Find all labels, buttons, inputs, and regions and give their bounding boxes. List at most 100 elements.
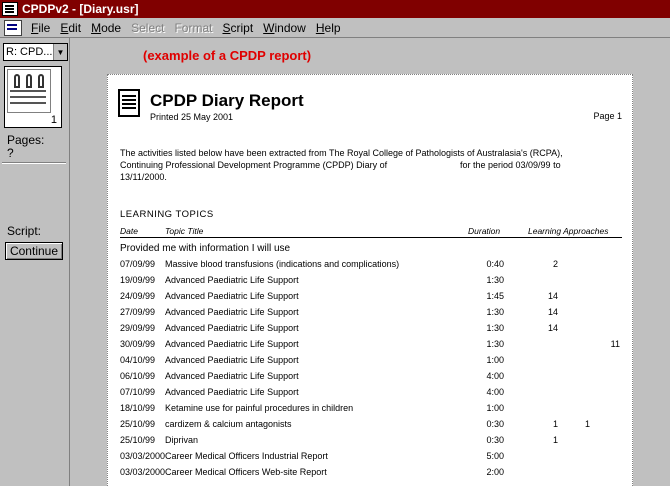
row-topic: Advanced Paediatric Life Support — [165, 355, 299, 365]
row-date: 30/09/99 — [120, 339, 156, 349]
row-topic: Career Medical Officers Industrial Repor… — [165, 451, 328, 461]
window-title-bar[interactable]: CPDPv2 - [Diary.usr] — [0, 0, 670, 18]
row-approach-1: 14 — [548, 323, 559, 333]
row-date: 29/09/99 — [120, 323, 156, 333]
row-date: 03/03/2000 — [120, 467, 166, 477]
row-date: 25/10/99 — [120, 419, 156, 429]
row-date: 27/09/99 — [120, 307, 156, 317]
app-icon — [2, 2, 18, 16]
row-date: 18/10/99 — [120, 403, 156, 413]
row-approach-2: 1 — [584, 419, 590, 429]
binder-ring-icon — [14, 74, 20, 88]
column-header-date: Date — [120, 226, 138, 236]
row-topic: Massive blood transfusions (indications … — [165, 259, 400, 269]
binder-ring-icon — [26, 74, 32, 88]
menu-select[interactable]: Select — [126, 21, 169, 35]
table-row: 07/09/99 Massive blood transfusions (indi… — [108, 259, 634, 275]
group-title: Provided me with information I will use — [120, 243, 291, 254]
menu-edit[interactable]: Edit — [55, 21, 86, 35]
thumbnail-preview — [7, 69, 51, 113]
menu-format[interactable]: Format — [169, 21, 217, 35]
table-row: 24/09/99 Advanced Paediatric Life Support… — [108, 291, 634, 307]
row-date: 07/09/99 — [120, 259, 156, 269]
thumbnail-line — [10, 90, 46, 92]
table-row: 25/10/99 cardizem & calcium antagonists 0:… — [108, 419, 634, 435]
row-approach-1: 14 — [548, 307, 559, 317]
row-approach-1: 2 — [552, 259, 558, 269]
continue-button[interactable]: Continue — [5, 242, 63, 260]
row-duration: 1:30 — [486, 339, 504, 349]
table-row: 29/09/99 Advanced Paediatric Life Support… — [108, 323, 634, 339]
table-row: 04/10/99 Advanced Paediatric Life Support… — [108, 355, 634, 371]
table-row: 30/09/99 Advanced Paediatric Life Support… — [108, 339, 634, 355]
header-rule — [120, 237, 622, 238]
section-title: LEARNING TOPICS — [120, 209, 214, 220]
row-duration: 0:40 — [486, 259, 504, 269]
divider — [2, 162, 66, 164]
pages-value: ? — [7, 146, 14, 160]
row-date: 25/10/99 — [120, 435, 156, 445]
table-row: 06/10/99 Advanced Paediatric Life Support… — [108, 371, 634, 387]
document-area[interactable]: (example of a CPDP report) CPDP Diary Re… — [71, 38, 670, 486]
report-select[interactable]: R: CPD... ▼ — [3, 43, 68, 61]
script-label: Script: — [7, 224, 42, 238]
left-panel: R: CPD... ▼ 1 Pages: ? Script: Continue — [0, 38, 70, 486]
menu-mode[interactable]: Mode — [86, 21, 126, 35]
row-topic: Advanced Paediatric Life Support — [165, 371, 299, 381]
intro-line: Continuing Professional Development Prog… — [120, 159, 600, 171]
thumbnail-line — [10, 96, 46, 98]
binder-ring-icon — [38, 74, 44, 88]
menu-help[interactable]: Help — [311, 21, 346, 35]
row-duration: 1:00 — [486, 403, 504, 413]
intro-text: for the period 03/09/99 to — [460, 160, 561, 170]
document-system-menu-icon[interactable] — [4, 19, 22, 36]
column-header-topic: Topic Title — [165, 226, 204, 236]
row-topic: Advanced Paediatric Life Support — [165, 275, 299, 285]
menu-bar: File Edit Mode Select Format Script Wind… — [0, 18, 670, 38]
row-approach-1: 1 — [552, 419, 558, 429]
row-duration: 5:00 — [486, 451, 504, 461]
row-duration: 1:30 — [486, 275, 504, 285]
intro-line: The activities listed below have been ex… — [120, 148, 563, 158]
thumbnail-page-number: 1 — [50, 114, 57, 126]
report-title: CPDP Diary Report — [150, 91, 304, 110]
table-row: 18/10/99 Ketamine use for painful procedu… — [108, 403, 634, 419]
menu-script[interactable]: Script — [217, 21, 258, 35]
chevron-down-icon[interactable]: ▼ — [53, 44, 67, 60]
row-approach-1: 1 — [552, 435, 558, 445]
menu-window[interactable]: Window — [258, 21, 311, 35]
row-duration: 1:30 — [486, 307, 504, 317]
row-duration: 1:30 — [486, 323, 504, 333]
thumbnail-line — [10, 102, 46, 104]
report-select-value: R: CPD... — [6, 46, 53, 58]
row-date: 04/10/99 — [120, 355, 156, 365]
row-topic: Advanced Paediatric Life Support — [165, 323, 299, 333]
row-date: 03/03/2000 — [120, 451, 166, 461]
pages-label: Pages: — [7, 133, 45, 147]
row-duration: 4:00 — [486, 371, 504, 381]
table-row: 27/09/99 Advanced Paediatric Life Support… — [108, 307, 634, 323]
row-duration: 2:00 — [486, 467, 504, 477]
column-header-duration: Duration — [468, 226, 501, 236]
menu-file[interactable]: File — [26, 21, 55, 35]
report-intro: The activities listed below have been ex… — [120, 147, 600, 183]
row-duration: 0:30 — [486, 419, 504, 429]
row-duration: 1:00 — [486, 355, 504, 365]
row-date: 06/10/99 — [120, 371, 156, 381]
row-duration: 4:00 — [486, 387, 504, 397]
example-caption: (example of a CPDP report) — [143, 48, 312, 63]
page-thumbnail[interactable]: 1 — [4, 66, 62, 128]
table-row: 19/09/99 Advanced Paediatric Life Support… — [108, 275, 634, 291]
row-duration: 0:30 — [486, 435, 504, 445]
row-topic: Advanced Paediatric Life Support — [165, 339, 299, 349]
row-date: 19/09/99 — [120, 275, 156, 285]
report-page: CPDP Diary Report Printed 25 May 2001 Pa… — [107, 74, 633, 486]
intro-text: Continuing Professional Development Prog… — [120, 160, 388, 170]
page-number: Page 1 — [593, 111, 622, 121]
document-icon — [118, 89, 140, 117]
table-row: 03/03/2000 Career Medical Officers Web-si… — [108, 467, 634, 483]
row-topic: Advanced Paediatric Life Support — [165, 307, 299, 317]
row-topic: Advanced Paediatric Life Support — [165, 387, 299, 397]
row-date: 24/09/99 — [120, 291, 156, 301]
row-topic: Diprivan — [165, 435, 199, 445]
